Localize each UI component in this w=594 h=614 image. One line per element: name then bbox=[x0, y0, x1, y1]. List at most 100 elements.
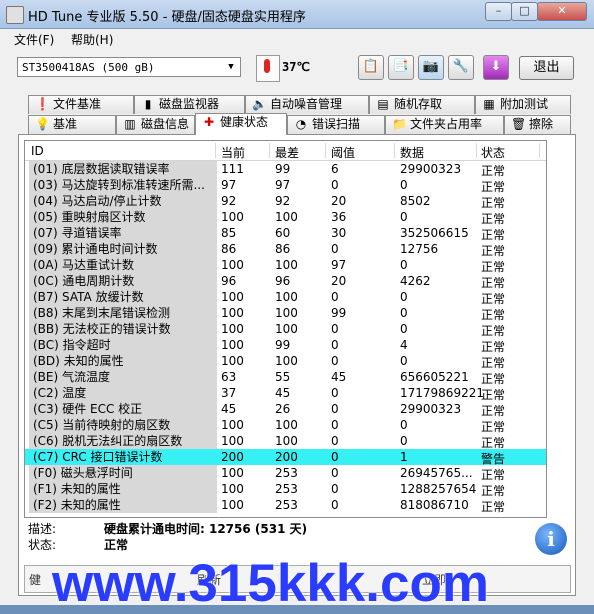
close-button[interactable]: ✕ bbox=[537, 2, 587, 21]
cell-worst: 60 bbox=[275, 226, 291, 240]
app-window: HD Tune 专业版 5.50 - 硬盘/固态硬盘实用程序 – □ ✕ 文件(… bbox=[0, 0, 594, 613]
attribute-name: (C3) 硬件 ECC 校正 bbox=[29, 401, 213, 417]
col-current[interactable]: 当前 bbox=[221, 144, 245, 161]
chevron-down-icon: ▼ bbox=[228, 62, 234, 72]
cell-data: 29900323 bbox=[400, 402, 462, 416]
menu-bar: 文件(F) 帮助(H) bbox=[0, 29, 594, 49]
table-row[interactable]: (C5) 当前待映射的扇区数 100 100 0 0 正常 bbox=[25, 417, 546, 434]
table-row[interactable]: (C3) 硬件 ECC 校正 45 26 0 29900323 正常 bbox=[25, 401, 546, 418]
col-worst[interactable]: 最差 bbox=[275, 144, 299, 161]
minimize-button[interactable]: – bbox=[485, 2, 512, 21]
copy-all-button[interactable]: 📑 bbox=[388, 55, 414, 80]
disk-info-icon: ▥ bbox=[124, 117, 136, 131]
table-row[interactable]: (B8) 末尾到末尾错误检测 100 100 99 0 正常 bbox=[25, 305, 546, 322]
thermometer-icon bbox=[256, 55, 280, 82]
attribute-name: (B8) 末尾到末尾错误检测 bbox=[29, 305, 213, 321]
table-row[interactable]: (C7) CRC 接口错误计数 200 200 0 1 警告 bbox=[25, 449, 546, 466]
save-button[interactable]: ⬇ bbox=[483, 55, 509, 80]
maximize-button[interactable]: □ bbox=[511, 2, 538, 21]
cell-data: 17179869221 bbox=[400, 386, 484, 400]
title-bar: HD Tune 专业版 5.50 - 硬盘/固态硬盘实用程序 – □ ✕ bbox=[0, 0, 594, 29]
window-title: HD Tune 专业版 5.50 - 硬盘/固态硬盘实用程序 bbox=[28, 10, 306, 25]
table-row[interactable]: (0A) 马达重试计数 100 100 97 0 正常 bbox=[25, 257, 546, 274]
attribute-name: (01) 底层数据读取错误率 bbox=[29, 161, 213, 177]
cell-worst: 253 bbox=[275, 498, 298, 512]
col-id[interactable]: ID bbox=[31, 144, 44, 158]
col-threshold[interactable]: 阈值 bbox=[331, 144, 355, 161]
table-row[interactable]: (BB) 无法校正的错误计数 100 100 0 0 正常 bbox=[25, 321, 546, 338]
tab-file-benchmark[interactable]: ❗ 文件基准 bbox=[28, 95, 134, 114]
cell-worst: 100 bbox=[275, 306, 298, 320]
table-row[interactable]: (07) 寻道错误率 85 60 30 352506615 正常 bbox=[25, 225, 546, 242]
tab-disk-info[interactable]: ▥ 磁盘信息 bbox=[116, 115, 195, 134]
table-row[interactable]: (F2) 未知的属性 100 253 0 818086710 正常 bbox=[25, 497, 546, 514]
cell-data: 352506615 bbox=[400, 226, 469, 240]
error-scan-icon: ◔ bbox=[295, 117, 307, 131]
folder-icon: 📁 bbox=[392, 117, 407, 131]
table-row[interactable]: (0C) 通电周期计数 96 96 20 4262 正常 bbox=[25, 273, 546, 290]
cell-cur: 96 bbox=[221, 274, 237, 288]
table-row[interactable]: (F1) 未知的属性 100 253 0 1288257654 正常 bbox=[25, 481, 546, 498]
table-row[interactable]: (BE) 气流温度 63 55 45 656605221 正常 bbox=[25, 369, 546, 386]
cell-thr: 20 bbox=[331, 194, 347, 208]
options-button[interactable]: 🔧 bbox=[448, 55, 474, 80]
attribute-name: (F1) 未知的属性 bbox=[29, 481, 213, 497]
table-row[interactable]: (BC) 指令超时 100 99 0 4 正常 bbox=[25, 337, 546, 354]
cell-worst: 100 bbox=[275, 322, 298, 336]
description-value: 硬盘累计通电时间: 12756 (531 天) bbox=[104, 522, 308, 536]
exit-button[interactable]: 退出 bbox=[519, 56, 574, 80]
status-value: 正常 bbox=[104, 538, 129, 552]
col-status[interactable]: 状态 bbox=[481, 144, 505, 161]
attribute-name: (C5) 当前待映射的扇区数 bbox=[29, 417, 213, 433]
cell-data: 12756 bbox=[400, 242, 439, 256]
attribute-name: (BC) 指令超时 bbox=[29, 337, 213, 353]
tab-aam[interactable]: 🔈 自动噪音管理 bbox=[245, 95, 369, 114]
tab-benchmark[interactable]: 💡 基准 bbox=[28, 115, 116, 134]
cell-cur: 100 bbox=[221, 482, 244, 496]
table-row[interactable]: (04) 马达启动/停止计数 92 92 20 8502 正常 bbox=[25, 193, 546, 210]
table-row[interactable]: (05) 重映射扇区计数 100 100 36 0 正常 bbox=[25, 209, 546, 226]
cell-thr: 0 bbox=[331, 466, 339, 480]
tab-error-scan[interactable]: ◔ 错误扫描 bbox=[287, 115, 385, 134]
tab-disk-monitor[interactable]: ▮ 磁盘监视器 bbox=[134, 95, 245, 114]
tab-health[interactable]: ✚ 健康状态 bbox=[195, 113, 287, 135]
attribute-name: (BE) 气流温度 bbox=[29, 369, 213, 385]
table-row[interactable]: (01) 底层数据读取错误率 111 99 6 29900323 正常 bbox=[25, 161, 546, 178]
cell-cur: 100 bbox=[221, 498, 244, 512]
cell-data: 0 bbox=[400, 258, 408, 272]
tab-folder-usage[interactable]: 📁 文件夹占用率 bbox=[385, 115, 504, 134]
table-row[interactable]: (03) 马达旋转到标准转速所需... 97 97 0 0 正常 bbox=[25, 177, 546, 194]
copy-info-button[interactable]: 📋 bbox=[358, 55, 384, 80]
attribute-name: (B7) SATA 放缓计数 bbox=[29, 289, 213, 305]
status-label: 状态: bbox=[28, 538, 57, 552]
tab-random-access[interactable]: ▤ 随机存取 bbox=[369, 95, 475, 114]
table-row[interactable]: (B7) SATA 放缓计数 100 100 0 0 正常 bbox=[25, 289, 546, 306]
cell-thr: 97 bbox=[331, 258, 347, 272]
cell-cur: 200 bbox=[221, 450, 244, 464]
health-log-checkbox-label[interactable]: 健 bbox=[29, 571, 41, 588]
cell-worst: 97 bbox=[275, 178, 291, 192]
screenshot-button[interactable]: 📷 bbox=[418, 55, 444, 80]
cell-data: 29900323 bbox=[400, 162, 462, 176]
col-data[interactable]: 数据 bbox=[400, 144, 424, 161]
cell-thr: 0 bbox=[331, 418, 339, 432]
copy-all-icon: 📑 bbox=[392, 59, 410, 74]
table-row[interactable]: (C2) 温度 37 45 0 17179869221 正常 bbox=[25, 385, 546, 402]
cell-thr: 0 bbox=[331, 322, 339, 336]
table-row[interactable]: (F0) 磁头悬浮时间 100 253 0 26945765... 正常 bbox=[25, 465, 546, 482]
table-row[interactable]: (C6) 脱机无法纠正的扇区数 100 100 0 0 正常 bbox=[25, 433, 546, 450]
cell-cur: 100 bbox=[221, 322, 244, 336]
drive-select[interactable]: ST3500418AS (500 gB) ▼ bbox=[17, 57, 241, 77]
info-icon[interactable]: i bbox=[535, 523, 567, 555]
table-row[interactable]: (09) 累计通电时间计数 86 86 0 12756 正常 bbox=[25, 241, 546, 258]
cell-worst: 26 bbox=[275, 402, 291, 416]
menu-help[interactable]: 帮助(H) bbox=[71, 31, 113, 48]
cell-worst: 92 bbox=[275, 194, 291, 208]
tab-extra-tests[interactable]: ▦ 附加测试 bbox=[475, 95, 571, 114]
menu-file[interactable]: 文件(F) bbox=[14, 31, 54, 48]
table-row[interactable]: (BD) 未知的属性 100 100 0 0 正常 bbox=[25, 353, 546, 370]
file-benchmark-icon: ❗ bbox=[35, 97, 50, 111]
cell-thr: 0 bbox=[331, 290, 339, 304]
tab-erase[interactable]: 🗑 擦除 bbox=[504, 115, 571, 134]
cell-data: 0 bbox=[400, 306, 408, 320]
